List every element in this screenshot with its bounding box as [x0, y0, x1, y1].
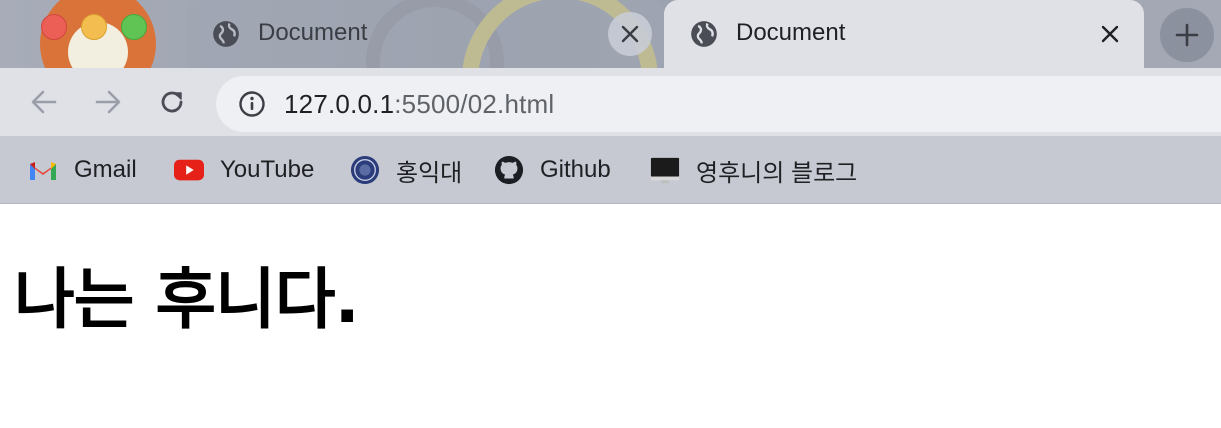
tab-close-button[interactable] — [608, 12, 652, 56]
url-host: 127.0.0.1 — [284, 89, 395, 119]
gmail-icon — [28, 155, 58, 185]
close-icon — [621, 25, 639, 43]
tab-title: Document — [736, 19, 846, 46]
forward-button[interactable] — [90, 84, 126, 120]
youtube-icon — [174, 155, 204, 185]
arrow-right-icon — [95, 90, 121, 114]
page-content: 나는 후니다. — [0, 204, 1221, 428]
window-minimize-button[interactable] — [81, 14, 107, 40]
bookmark-hongik[interactable]: 홍익대 — [350, 152, 462, 188]
globe-icon — [213, 21, 239, 47]
bookmark-blog[interactable]: 영후니의 블로그 — [650, 152, 857, 188]
navigation-toolbar: 127.0.0.1:5500/02.html — [0, 68, 1221, 136]
new-tab-button[interactable] — [1160, 8, 1214, 62]
tab-close-button[interactable] — [1088, 12, 1132, 56]
window-maximize-button[interactable] — [121, 14, 147, 40]
bookmark-label: 홍익대 — [396, 159, 463, 187]
github-icon — [494, 155, 524, 185]
bookmark-label: 영후니의 블로그 — [696, 159, 858, 187]
bookmarks-bar: Gmail YouTube 홍익대 Github 영후니의 블로그 — [0, 136, 1221, 204]
bookmark-youtube[interactable]: YouTube — [174, 152, 314, 188]
tab-inactive[interactable]: Document — [186, 0, 664, 68]
page-heading: 나는 후니다. — [14, 261, 360, 338]
arrow-left-icon — [31, 90, 57, 114]
reload-button[interactable] — [154, 84, 190, 120]
bookmark-label: YouTube — [220, 156, 315, 183]
address-bar[interactable]: 127.0.0.1:5500/02.html — [216, 76, 1221, 132]
bookmark-label: Github — [540, 156, 611, 183]
tab-active[interactable]: Document — [664, 0, 1144, 68]
url-text: 127.0.0.1:5500/02.html — [284, 89, 554, 120]
monitor-icon — [650, 155, 680, 185]
globe-icon — [691, 21, 717, 47]
url-path: :5500/02.html — [394, 89, 555, 119]
tab-title: Document — [258, 19, 368, 46]
bookmark-label: Gmail — [74, 156, 137, 183]
bookmark-gmail[interactable]: Gmail — [28, 152, 137, 188]
plus-icon — [1175, 23, 1199, 47]
tab-strip: Document Document — [0, 0, 1221, 68]
info-icon[interactable] — [238, 90, 266, 118]
bookmark-github[interactable]: Github — [494, 152, 611, 188]
reload-icon — [161, 91, 183, 113]
back-button[interactable] — [26, 84, 62, 120]
hongik-seal-icon — [350, 155, 380, 185]
window-close-button[interactable] — [41, 14, 67, 40]
close-icon — [1101, 25, 1119, 43]
